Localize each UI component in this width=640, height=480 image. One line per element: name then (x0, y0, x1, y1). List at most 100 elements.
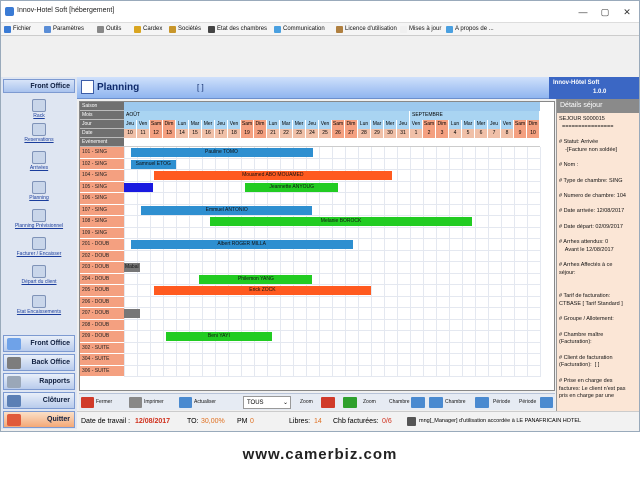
file-icon (4, 26, 11, 33)
quitter-button[interactable]: Quitter (3, 411, 75, 428)
grid-line (501, 147, 502, 377)
back-office-button[interactable]: Back Office (3, 354, 75, 371)
reservation-bar[interactable]: Melanie BOROCK (209, 217, 473, 227)
reservation-bar[interactable]: Pauline TOMO (130, 148, 313, 158)
minimize-button[interactable]: — (573, 5, 593, 19)
button-label: Actualiser (194, 399, 216, 405)
sidebar-item-planning[interactable]: Planning (3, 181, 75, 201)
room-label[interactable]: 209 - DOUB (80, 331, 124, 343)
cloturer-button[interactable]: Clôturer (3, 392, 75, 409)
fermer-button[interactable]: Fermer (81, 396, 112, 409)
room-label[interactable]: 106 - SING (80, 193, 124, 205)
grid-line (124, 272, 540, 274)
reservation-bar[interactable]: Beni YAYI (165, 332, 273, 342)
room-label[interactable]: 306 - SUITE (80, 365, 124, 377)
menu-licence[interactable]: Licence d'utilisation (336, 24, 397, 35)
grid-line (137, 147, 138, 377)
menu-outils[interactable]: Outils (97, 24, 121, 35)
reservation-bar[interactable]: Jeannette ANYOUG (244, 182, 339, 192)
sidebar-item-depart[interactable]: Départ du client (3, 265, 75, 285)
menu-communication[interactable]: Communication (274, 24, 325, 35)
close-button[interactable]: ✕ (617, 5, 637, 19)
grid-line (540, 147, 541, 377)
menu-mises-a-jour[interactable]: Mises à jour (400, 24, 441, 35)
license-icon (336, 26, 343, 33)
room-label[interactable]: 302 - SUITE (80, 342, 124, 354)
sidebar-item-rack[interactable]: Rack (3, 99, 75, 119)
actualiser-button[interactable]: Actualiser (179, 396, 216, 409)
menu-parametres[interactable]: Paramètres (44, 24, 84, 35)
room-label[interactable]: 101 - SING (80, 147, 124, 159)
chambre-down-label: Chambre (445, 399, 466, 405)
planning-grid[interactable]: Saison Mois Jour Date Evènement AOÛT SEPTEMBRE… (79, 101, 555, 391)
periode-next-button[interactable] (540, 397, 553, 408)
menu-a-propos[interactable]: A propos de ... (446, 24, 494, 35)
zoom-in-button[interactable] (343, 397, 357, 408)
day-name-cell: Jeu (124, 120, 137, 129)
grid-line (228, 147, 229, 377)
date-cell: 2 (423, 129, 436, 138)
reservation-bar[interactable]: Philemon YANG (199, 274, 313, 284)
back-office-icon (7, 357, 21, 369)
room-label[interactable]: 206 - DOUB (80, 296, 124, 308)
chambre-up-button[interactable] (411, 397, 425, 408)
menu-label: Fichier (13, 26, 32, 32)
menu-cardex[interactable]: Cardex (134, 24, 162, 35)
user-info: mng[_Manager] d'utilisation accordée à L… (419, 418, 582, 424)
room-label[interactable]: 204 - DOUB (80, 273, 124, 285)
rapports-button[interactable]: Rapports (3, 373, 75, 390)
zoom-out-button[interactable] (321, 397, 335, 408)
update-icon (400, 26, 407, 33)
sidebar-item-arrivees[interactable]: Arrivées (3, 151, 75, 171)
reservations-icon (32, 123, 46, 136)
menu-fichier[interactable]: Fichier (4, 24, 31, 35)
front-office-button[interactable]: Front Office (3, 335, 75, 352)
day-name-cell: Dim (163, 120, 176, 129)
reservation-bar[interactable] (124, 182, 153, 192)
room-label[interactable]: 104 - SING (80, 170, 124, 182)
room-label[interactable]: 205 - DOUB (80, 285, 124, 297)
reservation-bar[interactable]: Erick ZOCK (153, 286, 371, 296)
menu-label: Mises à jour (409, 26, 442, 32)
room-label[interactable]: 202 - DOUB (80, 250, 124, 262)
menu-societes[interactable]: Sociétés (169, 24, 201, 35)
sidebar-item-encaissements[interactable]: Etat Encaissements (3, 295, 75, 315)
room-label[interactable]: 201 - DOUB (80, 239, 124, 251)
room-label[interactable]: 203 - DOUB (80, 262, 124, 274)
reservation-bar[interactable]: Samnuel ETOG (130, 159, 176, 169)
reservation-bar[interactable] (124, 309, 140, 319)
watermark: www.camerbiz.com (242, 446, 398, 463)
room-label[interactable]: 304 - SUITE (80, 354, 124, 366)
reservation-bar[interactable]: Albert ROGER MILLA (130, 240, 353, 250)
room-label[interactable]: 107 - SING (80, 204, 124, 216)
reservation-bar[interactable]: Mouamed ABO MOUAMED (153, 171, 392, 181)
room-label[interactable]: 208 - DOUB (80, 319, 124, 331)
grid-line (293, 147, 294, 377)
date-cell: 4 (449, 129, 462, 138)
room-label[interactable]: 102 - SING (80, 158, 124, 170)
planning-icon (81, 80, 94, 94)
sidebar-item-reservations[interactable]: Reservations (3, 123, 75, 143)
reservation-bar[interactable]: Mabal (124, 263, 140, 273)
header-bracket: [ ] (197, 83, 204, 92)
chambre-down-button[interactable] (429, 397, 443, 408)
zoom-out-label: Zoom (300, 399, 313, 405)
reservation-bar[interactable]: Emmuel ANTONIO (140, 205, 313, 215)
room-label[interactable]: 108 - SING (80, 216, 124, 228)
sidebar-item-planning-previsionnel[interactable]: Planning Prévisionnel (3, 209, 75, 229)
menu-etat-chambres[interactable]: Etat des chambres (208, 24, 267, 35)
room-label[interactable]: 105 - SING (80, 181, 124, 193)
room-label[interactable]: 207 - DOUB (80, 308, 124, 320)
filter-select[interactable]: TOUS ⌄ (243, 396, 291, 409)
sidebar: Front Office Rack Reservations Arrivées … (1, 77, 77, 429)
details-line: # Arrhes Affectés à ce (559, 262, 613, 269)
imprimer-button[interactable]: Imprimer (129, 396, 164, 409)
sidebar-item-facturer[interactable]: Facturer / Encaisser (3, 237, 75, 257)
button-label: Back Office (31, 359, 70, 366)
periode-prev-button[interactable] (475, 397, 489, 408)
grid-line (176, 147, 177, 377)
maximize-button[interactable]: ▢ (595, 5, 615, 19)
room-label[interactable]: 109 - SING (80, 227, 124, 239)
date-cell: 15 (189, 129, 202, 138)
day-name-cell: Lun (267, 120, 280, 129)
